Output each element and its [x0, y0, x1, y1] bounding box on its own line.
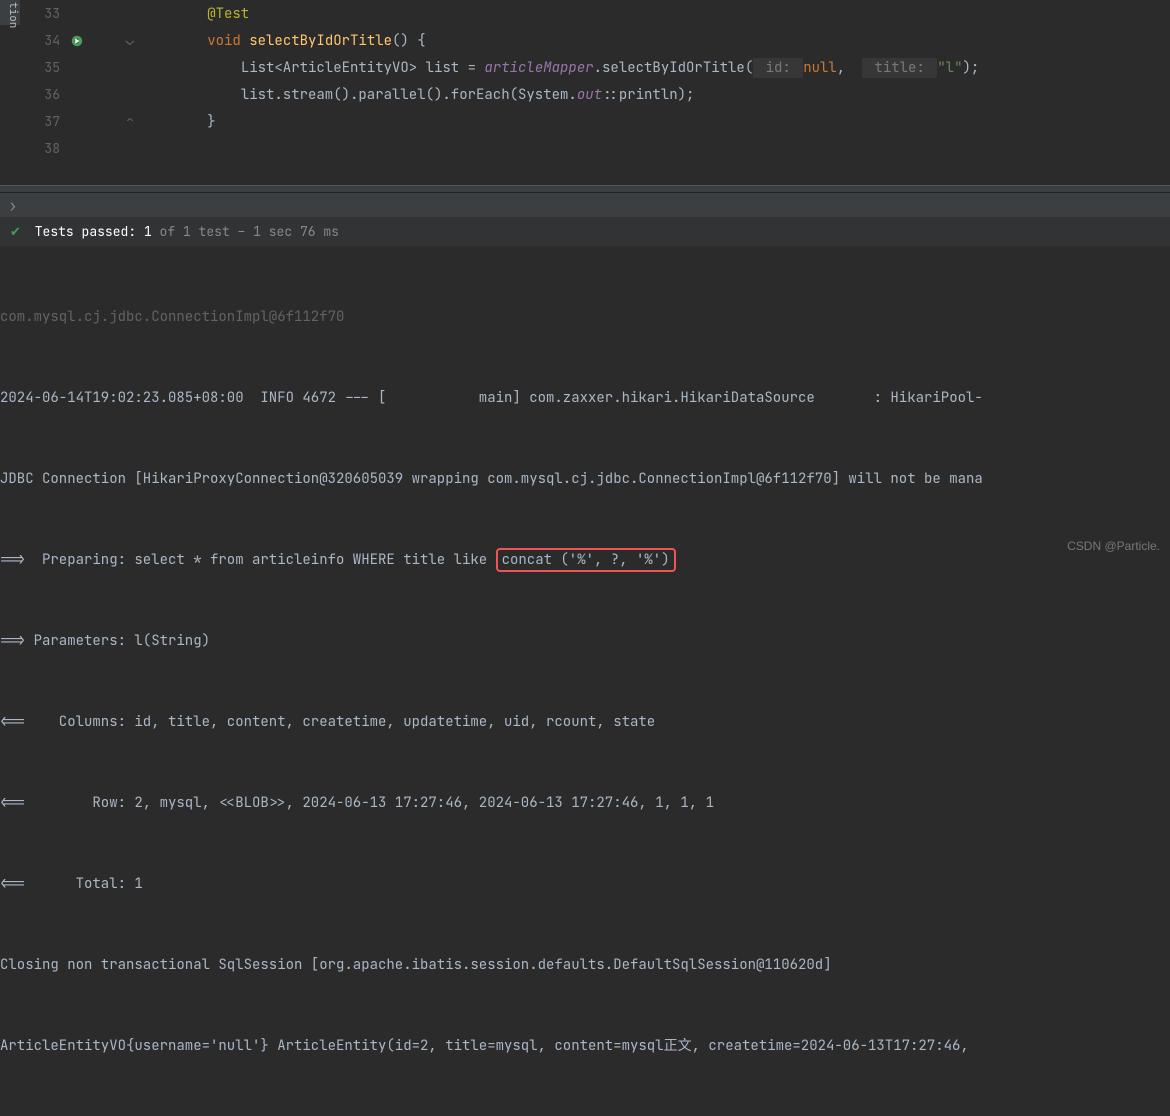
- indent: [140, 113, 207, 131]
- parameter-hint: id:: [753, 58, 803, 78]
- line-number: 34: [20, 32, 70, 49]
- console-line: <== Total: 1: [0, 871, 1170, 898]
- string-literal: "l": [937, 59, 962, 77]
- line-number: 33: [20, 5, 70, 22]
- console-line: ArticleEntityVO{username='null'} Article…: [0, 1033, 1170, 1060]
- parameter-hint: title:: [862, 58, 937, 78]
- watermark: CSDN @Particle.: [1067, 539, 1160, 553]
- collapse-end-icon[interactable]: ⌃: [120, 113, 140, 131]
- code-line: 37 ⌃ }: [20, 108, 1170, 135]
- indent: [140, 5, 207, 23]
- check-icon: ✔: [10, 223, 21, 240]
- console-line: <== Row: 2, mysql, <<BLOB>>, 2024-06-13 …: [0, 790, 1170, 817]
- chevron-right-icon[interactable]: ›: [8, 195, 18, 216]
- code-text: list.stream().parallel().forEach(System.: [241, 86, 577, 104]
- code-editor[interactable]: 33 @Test 34 ⌄ void selectByIdOrTitle() {…: [0, 0, 1170, 185]
- collapse-start-icon[interactable]: ⌄: [120, 32, 140, 50]
- static-field: out: [577, 86, 602, 104]
- syntax: () {: [392, 32, 426, 50]
- code-line: 34 ⌄ void selectByIdOrTitle() {: [20, 27, 1170, 54]
- code-text: .selectByIdOrTitle(: [594, 59, 754, 77]
- test-status-bar: ✔ Tests passed: 1 of 1 test – 1 sec 76 m…: [0, 217, 1170, 246]
- code-text: ,: [837, 59, 854, 77]
- indent: [140, 32, 207, 50]
- console-line: Closing non transactional SqlSession [or…: [0, 952, 1170, 979]
- keyword-void: void: [207, 32, 241, 50]
- highlight-box: concat ('%', ?, '%'): [496, 548, 676, 572]
- field-ref: articleMapper: [484, 59, 593, 77]
- console-line: JDBC Connection [HikariProxyConnection@3…: [0, 466, 1170, 493]
- console-output[interactable]: com.mysql.cj.jdbc.ConnectionImpl@6f112f7…: [0, 246, 1170, 1116]
- line-number: 38: [20, 140, 70, 157]
- indent: [140, 86, 241, 104]
- console-line: com.mysql.cj.jdbc.ConnectionImpl@6f112f7…: [0, 304, 1170, 331]
- console-line: updatetime=2024-06-13T17:27:46, uid=1, r…: [0, 1114, 1170, 1116]
- code-text: );: [962, 59, 979, 77]
- console-line: ==> Preparing: select * from articleinfo…: [0, 547, 1170, 574]
- panel-divider[interactable]: [0, 185, 1170, 193]
- console-line: ==> Parameters: l(String): [0, 628, 1170, 655]
- line-number: 35: [20, 59, 70, 76]
- code-line: 38: [20, 135, 1170, 162]
- indent: [140, 59, 241, 77]
- breadcrumb-bar: ›: [0, 193, 1170, 217]
- method-name: selectByIdOrTitle: [249, 32, 392, 50]
- code-line: 33 @Test: [20, 0, 1170, 27]
- sidebar-tab[interactable]: tion: [0, 0, 20, 25]
- code-text: List<ArticleEntityVO> list =: [241, 59, 485, 77]
- console-line: <== Columns: id, title, content, createt…: [0, 709, 1170, 736]
- line-number: 36: [20, 86, 70, 103]
- run-test-icon[interactable]: [70, 34, 120, 48]
- code-line: 35 List<ArticleEntityVO> list = articleM…: [20, 54, 1170, 81]
- annotation: @Test: [207, 5, 249, 23]
- code-text: ::println);: [602, 86, 694, 104]
- code-line: 36 list.stream().parallel().forEach(Syst…: [20, 81, 1170, 108]
- line-number: 37: [20, 113, 70, 130]
- console-line: 2024-06-14T19:02:23.085+08:00 INFO 4672 …: [0, 385, 1170, 412]
- null-literal: null: [803, 59, 837, 77]
- brace: }: [207, 113, 215, 131]
- tests-passed-label: Tests passed: 1: [35, 223, 152, 240]
- test-meta: of 1 test – 1 sec 76 ms: [152, 223, 339, 240]
